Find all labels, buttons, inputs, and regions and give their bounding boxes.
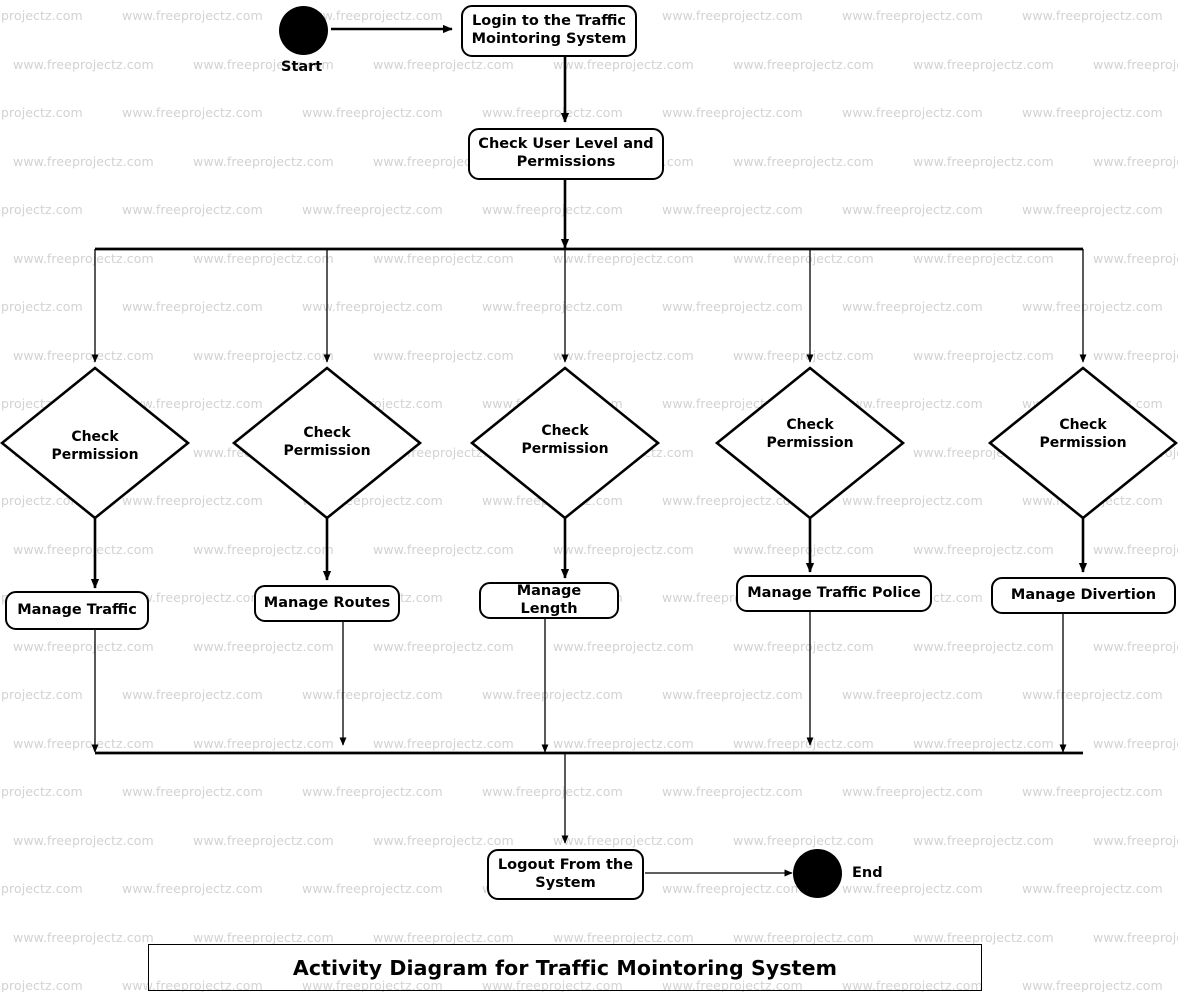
activity-manage-divertion-label: Manage Divertion bbox=[1010, 586, 1157, 603]
decision-label-5-line1: Check bbox=[1059, 417, 1107, 433]
activity-manage-length-label: Manage Length bbox=[516, 582, 582, 617]
decision-label-3: Check Permission bbox=[511, 423, 619, 458]
activity-manage-routes: Manage Routes bbox=[254, 585, 400, 622]
diagram-title-bar: Activity Diagram for Traffic Mointoring … bbox=[148, 944, 982, 991]
decision-label-5: Check Permission bbox=[1029, 417, 1137, 452]
activity-manage-divertion: Manage Divertion bbox=[991, 577, 1176, 614]
decision-label-3-line1: Check bbox=[541, 423, 589, 439]
decision-label-2: Check Permission bbox=[273, 425, 381, 460]
activity-manage-routes-label: Manage Routes bbox=[263, 594, 391, 611]
diagram-title: Activity Diagram for Traffic Mointoring … bbox=[292, 955, 838, 980]
decision-label-1: Check Permission bbox=[41, 429, 149, 464]
decision-label-5-line2: Permission bbox=[1039, 434, 1127, 451]
activity-manage-traffic-police-label: Manage Traffic Police bbox=[747, 584, 921, 601]
activity-manage-traffic: Manage Traffic bbox=[5, 591, 149, 630]
decision-label-1-line2: Permission bbox=[51, 446, 139, 463]
activity-login: Login to the Traffic Mointoring System bbox=[461, 5, 637, 57]
end-node-label: End bbox=[852, 865, 883, 881]
activity-diagram-canvas: www.freeprojectz.comwww.freeprojectz.com… bbox=[0, 0, 1178, 992]
decision-label-4: Check Permission bbox=[756, 417, 864, 452]
start-node bbox=[279, 6, 328, 55]
decision-label-1-line1: Check bbox=[71, 429, 119, 445]
activity-login-label: Login to the Traffic Mointoring System bbox=[471, 13, 627, 47]
end-node bbox=[793, 849, 842, 898]
activity-check-user-level-label: Check User Level and Permissions bbox=[478, 136, 654, 170]
decision-label-4-line1: Check bbox=[786, 417, 834, 433]
activity-logout-label: Logout From the System bbox=[497, 856, 634, 891]
start-node-label: Start bbox=[281, 59, 323, 75]
decision-label-3-line2: Permission bbox=[521, 440, 609, 457]
activity-logout: Logout From the System bbox=[487, 849, 644, 900]
activity-check-user-level: Check User Level and Permissions bbox=[468, 128, 664, 180]
activity-manage-length: Manage Length bbox=[479, 582, 619, 619]
activity-manage-traffic-label: Manage Traffic bbox=[17, 601, 137, 618]
decision-label-4-line2: Permission bbox=[766, 434, 854, 451]
decision-label-2-line2: Permission bbox=[283, 442, 371, 459]
decision-label-2-line1: Check bbox=[303, 425, 351, 441]
activity-manage-traffic-police: Manage Traffic Police bbox=[736, 575, 932, 612]
